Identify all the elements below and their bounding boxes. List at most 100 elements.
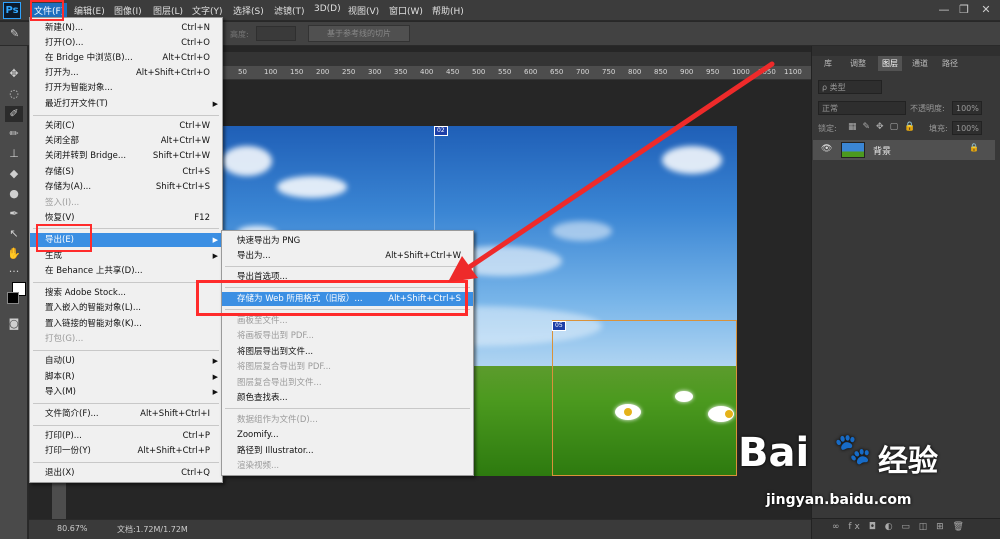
visibility-eye-icon[interactable]: 👁 <box>821 144 832 154</box>
menu-edit[interactable]: 编辑(E) <box>74 4 105 17</box>
menu-scripts[interactable]: 脚本(R) ▶ <box>30 370 222 384</box>
highlight-file-menu <box>30 0 64 21</box>
menu-place-embedded[interactable]: 置入嵌入的智能对象(L)... <box>30 301 222 315</box>
menu-layers-to-files[interactable]: 将图层导出到文件... <box>222 345 473 359</box>
menu-search-adobe-stock[interactable]: 搜索 Adobe Stock... <box>30 286 222 300</box>
menu-render-video: 渲染视频... <box>237 461 280 471</box>
menu-quick-export-png[interactable]: 快速导出为 PNG <box>222 234 473 248</box>
menu-browse-bridge[interactable]: 在 Bridge 中浏览(B)... Alt+Ctrl+O <box>30 51 222 65</box>
menu-revert[interactable]: 恢复(V) F12 <box>30 211 222 225</box>
ruler-tick-label: 100 <box>264 68 278 76</box>
hand-tool-icon[interactable]: ✋ <box>5 246 23 262</box>
menu-close[interactable]: 关闭(C) Ctrl+W <box>30 119 222 133</box>
path-select-tool-icon[interactable]: ↖ <box>5 226 23 242</box>
menu-import[interactable]: 导入(M) ▶ <box>30 385 222 399</box>
restore-icon[interactable]: ❐ <box>956 2 972 18</box>
opacity-label: 不透明度: <box>910 104 945 113</box>
tab-paths[interactable]: 路径 <box>942 58 958 69</box>
menu-print[interactable]: 打印(P)... Ctrl+P <box>30 429 222 443</box>
ruler-tick-label: 150 <box>290 68 304 76</box>
ruler-tick-label: 300 <box>368 68 382 76</box>
menu-open[interactable]: 打开(O)... Ctrl+O <box>30 36 222 50</box>
stamp-tool-icon[interactable]: ⊥ <box>5 146 23 162</box>
menu-view[interactable]: 视图(V) <box>348 4 379 17</box>
lock-icons[interactable]: ▦✎✥▢🔒 <box>848 122 921 132</box>
tab-library[interactable]: 库 <box>824 58 832 69</box>
menu-color-lookup-tables[interactable]: 颜色查找表... <box>222 391 473 405</box>
more-tools-icon[interactable]: ··· <box>5 264 23 280</box>
ruler-tick-label: 350 <box>394 68 408 76</box>
menu-save-as[interactable]: 存储为(A)... Shift+Ctrl+S <box>30 180 222 194</box>
layer-name: 背景 <box>873 147 892 157</box>
photoshop-logo: Ps <box>3 2 21 19</box>
menu-open-as[interactable]: 打开为... Alt+Shift+Ctrl+O <box>30 66 222 80</box>
menu-recent-files[interactable]: 最近打开文件(T) ▶ <box>30 97 222 111</box>
panel-header <box>812 46 1000 56</box>
watermark-url: jingyan.baidu.com <box>766 492 912 508</box>
eraser-tool-icon[interactable]: ◆ <box>5 166 23 182</box>
layer-thumbnail <box>841 142 865 158</box>
menu-zoomify[interactable]: Zoomify... <box>222 428 473 442</box>
quick-mask-icon[interactable]: ◙ <box>5 316 23 332</box>
menu-select[interactable]: 选择(S) <box>233 4 264 17</box>
fill-input[interactable]: 100% <box>952 121 982 135</box>
red-arrow-icon <box>448 61 775 282</box>
menu-automate[interactable]: 自动(U) ▶ <box>30 354 222 368</box>
menu-file-info[interactable]: 文件简介(F)... Alt+Shift+Ctrl+I <box>30 407 222 421</box>
menu-filter[interactable]: 滤镜(T) <box>274 4 305 17</box>
blend-mode-select[interactable]: 正常 <box>818 101 906 115</box>
menu-share-behance[interactable]: 在 Behance 上共享(D)... <box>30 264 222 278</box>
ruler-tick-label: 400 <box>420 68 434 76</box>
menu-layer[interactable]: 图层(L) <box>153 4 183 17</box>
background-color-swatch[interactable] <box>7 292 19 304</box>
slice-tool-icon[interactable]: ✎ <box>10 27 19 40</box>
height-input[interactable] <box>256 26 296 41</box>
layer-row-background[interactable]: 👁 背景 🔒 <box>813 140 995 160</box>
move-tool-icon[interactable]: ✥ <box>5 66 23 82</box>
menu-export-as[interactable]: 导出为... Alt+Shift+Ctrl+W <box>222 249 473 263</box>
menu-close-go-bridge[interactable]: 关闭并转到 Bridge... Shift+Ctrl+W <box>30 149 222 163</box>
pen-tool-icon[interactable]: ✒ <box>5 206 23 222</box>
tools-panel: ✥ ◌ ✐ ✏ ⊥ ◆ ● ✒ ↖ ✋ ··· ◙ <box>0 46 28 539</box>
minimize-icon[interactable]: — <box>936 2 952 18</box>
menu-image[interactable]: 图像(I) <box>114 4 142 17</box>
menu-print-one-copy[interactable]: 打印一份(Y) Alt+Shift+Ctrl+P <box>30 444 222 458</box>
close-icon[interactable]: ✕ <box>978 2 994 18</box>
status-bar: 80.67% 文档:1.72M/1.72M <box>29 519 811 539</box>
opacity-input[interactable]: 100% <box>952 101 982 115</box>
ruler-tick-label: 200 <box>316 68 330 76</box>
menu-artboards-to-pdf: 将画板导出到 PDF... <box>237 331 315 341</box>
blur-tool-icon[interactable]: ● <box>5 186 23 202</box>
zoom-level[interactable]: 80.67% <box>57 524 88 533</box>
menu-save[interactable]: 存储(S) Ctrl+S <box>30 165 222 179</box>
slices-from-guides-button[interactable]: 基于参考线的切片 <box>308 25 410 42</box>
slice-tool-icon[interactable]: ✐ <box>5 106 23 122</box>
tab-channels[interactable]: 通道 <box>912 58 928 69</box>
slice-tag-05: 05 <box>552 321 566 331</box>
watermark-brand2: 经验 <box>878 444 938 479</box>
menu-layer-comps-to-pdf: 将图层复合导出到 PDF... <box>237 362 332 372</box>
menu-window[interactable]: 窗口(W) <box>389 4 423 17</box>
separator <box>225 266 470 267</box>
lock-label: 锁定: <box>818 124 837 133</box>
tab-layers[interactable]: 图层 <box>878 56 902 71</box>
highlight-save-for-web <box>196 280 468 316</box>
lasso-tool-icon[interactable]: ◌ <box>5 86 23 102</box>
menu-open-smart-object[interactable]: 打开为智能对象... <box>30 81 222 95</box>
menu-new[interactable]: 新建(N)... Ctrl+N <box>30 21 222 35</box>
menu-type[interactable]: 文字(Y) <box>192 4 223 17</box>
menu-place-linked[interactable]: 置入链接的智能对象(K)... <box>30 317 222 331</box>
menu-help[interactable]: 帮助(H) <box>432 4 464 17</box>
menu-paths-to-illustrator[interactable]: 路径到 Illustrator... <box>222 444 473 458</box>
menu-layer-comps-to-files: 图层复合导出到文件... <box>237 378 322 388</box>
layer-kind-filter[interactable]: ρ 类型 <box>818 80 882 94</box>
cloud <box>222 146 272 176</box>
menu-close-all[interactable]: 关闭全部 Alt+Ctrl+W <box>30 134 222 148</box>
ruler-tick-label: 50 <box>238 68 247 76</box>
tab-adjustments[interactable]: 调整 <box>850 58 866 69</box>
active-slice-outline <box>552 320 737 476</box>
layer-actions-icons[interactable]: ∞ fx ◘ ◐ ▭ ◫ ⊞ 🗑 <box>832 522 967 532</box>
menu-3d[interactable]: 3D(D) <box>314 4 341 14</box>
brush-tool-icon[interactable]: ✏ <box>5 126 23 142</box>
menu-exit[interactable]: 退出(X) Ctrl+Q <box>30 466 222 480</box>
